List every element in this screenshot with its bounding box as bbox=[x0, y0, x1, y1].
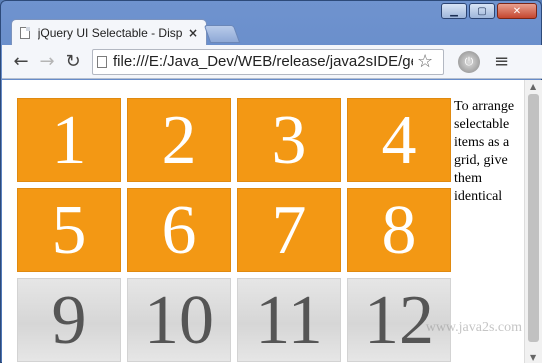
new-tab-button[interactable] bbox=[203, 25, 241, 43]
tab-title: jQuery UI Selectable - Disp bbox=[37, 25, 182, 40]
selectable-item-8[interactable]: 8 bbox=[347, 188, 451, 272]
description-text: To arrange selectable items as a grid, g… bbox=[454, 99, 515, 204]
maximize-icon[interactable]: ▢ bbox=[469, 3, 495, 19]
menu-icon[interactable]: ≡ bbox=[494, 51, 509, 72]
address-bar[interactable]: file:///E:/Java_Dev/WEB/release/java2sID… bbox=[92, 48, 444, 75]
browser-window: ▁ ▢ ✕ jQuery UI Selectable - Disp × ← → … bbox=[0, 0, 542, 363]
selectable-item-3[interactable]: 3 bbox=[237, 98, 341, 182]
scroll-down-icon[interactable]: ▼ bbox=[530, 353, 536, 362]
back-icon[interactable]: ← bbox=[8, 49, 34, 75]
vertical-scrollbar[interactable]: ▲ ▼ bbox=[524, 80, 542, 363]
browser-toolbar: ← → ↻ file:///E:/Java_Dev/WEB/release/ja… bbox=[2, 45, 542, 79]
file-icon bbox=[97, 55, 107, 68]
selectable-item-6[interactable]: 6 bbox=[127, 188, 231, 272]
selectable-item-11[interactable]: 11 bbox=[237, 278, 341, 362]
window-controls: ▁ ▢ ✕ bbox=[441, 3, 537, 19]
page-viewport: 1 2 3 4 5 6 7 8 9 10 11 12 To arrange selectable it… bbox=[2, 80, 542, 363]
selectable-item-2[interactable]: 2 bbox=[127, 98, 231, 182]
tab-close-icon[interactable]: × bbox=[188, 26, 198, 40]
watermark: www.java2s.com bbox=[425, 320, 522, 335]
selectable-item-9[interactable]: 9 bbox=[17, 278, 121, 362]
page-icon bbox=[20, 26, 30, 39]
selectable-item-4[interactable]: 4 bbox=[347, 98, 451, 182]
browser-tab[interactable]: jQuery UI Selectable - Disp × bbox=[11, 19, 207, 45]
selectable-item-1[interactable]: 1 bbox=[17, 98, 121, 182]
scroll-thumb[interactable] bbox=[528, 94, 539, 342]
reload-icon[interactable]: ↻ bbox=[60, 49, 86, 75]
bookmark-star-icon[interactable]: ☆ bbox=[417, 51, 433, 72]
close-icon[interactable]: ✕ bbox=[497, 3, 537, 19]
selectable-item-10[interactable]: 10 bbox=[127, 278, 231, 362]
selectable-item-5[interactable]: 5 bbox=[17, 188, 121, 272]
selectable-item-7[interactable]: 7 bbox=[237, 188, 341, 272]
forward-icon[interactable]: → bbox=[34, 49, 60, 75]
minimize-icon[interactable]: ▁ bbox=[441, 3, 467, 19]
url-text[interactable]: file:///E:/Java_Dev/WEB/release/java2sID… bbox=[113, 53, 413, 70]
scroll-up-icon[interactable]: ▲ bbox=[530, 82, 536, 91]
extension-icon[interactable]: ⏻ bbox=[458, 50, 480, 73]
